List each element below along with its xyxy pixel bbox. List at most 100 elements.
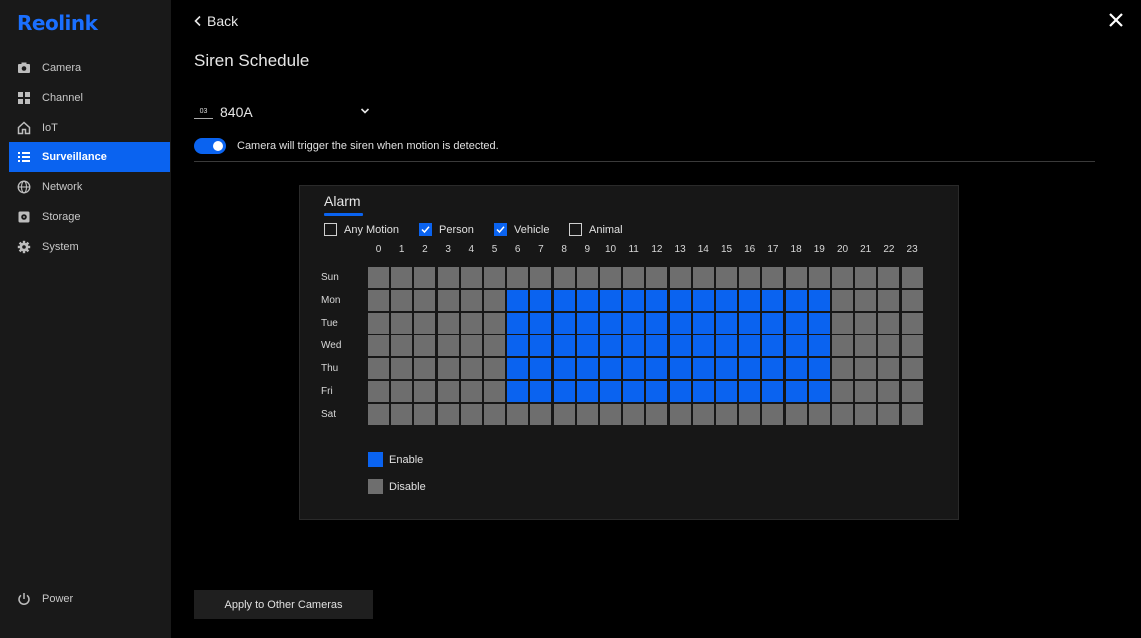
schedule-cell[interactable] (808, 403, 830, 425)
schedule-cell[interactable] (739, 335, 761, 357)
schedule-cell[interactable] (600, 312, 621, 334)
schedule-cell[interactable] (437, 358, 459, 380)
schedule-cell[interactable] (739, 289, 761, 311)
schedule-cell[interactable] (785, 312, 807, 334)
schedule-cell[interactable] (368, 335, 389, 357)
schedule-cell[interactable] (437, 403, 459, 425)
schedule-cell[interactable] (901, 358, 923, 380)
power-button[interactable]: Power (17, 592, 73, 606)
schedule-cell[interactable] (739, 358, 761, 380)
schedule-cell[interactable] (484, 335, 505, 357)
schedule-cell[interactable] (507, 358, 529, 380)
sidebar-item-surveillance[interactable]: Surveillance (9, 142, 170, 172)
schedule-cell[interactable] (623, 312, 645, 334)
schedule-cell[interactable] (716, 335, 737, 357)
schedule-cell[interactable] (832, 289, 853, 311)
schedule-cell[interactable] (553, 335, 575, 357)
schedule-cell[interactable] (878, 403, 900, 425)
schedule-cell[interactable] (669, 358, 691, 380)
schedule-cell[interactable] (762, 381, 784, 402)
schedule-cell[interactable] (808, 312, 830, 334)
schedule-cell[interactable] (600, 267, 621, 288)
schedule-cell[interactable] (437, 312, 459, 334)
schedule-cell[interactable] (878, 381, 900, 402)
schedule-cell[interactable] (460, 312, 482, 334)
schedule-cell[interactable] (739, 312, 761, 334)
schedule-cell[interactable] (391, 267, 413, 288)
close-button[interactable] (1107, 11, 1125, 29)
schedule-cell[interactable] (716, 267, 737, 288)
camera-selector[interactable]: 03 840A (194, 104, 374, 120)
schedule-cell[interactable] (600, 289, 621, 311)
schedule-cell[interactable] (576, 358, 598, 380)
schedule-cell[interactable] (484, 381, 505, 402)
schedule-cell[interactable] (414, 403, 436, 425)
schedule-cell[interactable] (692, 312, 714, 334)
schedule-cell[interactable] (460, 358, 482, 380)
schedule-cell[interactable] (576, 335, 598, 357)
schedule-cell[interactable] (855, 267, 877, 288)
schedule-cell[interactable] (646, 267, 668, 288)
schedule-cell[interactable] (716, 289, 737, 311)
schedule-cell[interactable] (507, 403, 529, 425)
schedule-cell[interactable] (878, 267, 900, 288)
schedule-cell[interactable] (507, 312, 529, 334)
schedule-cell[interactable] (368, 381, 389, 402)
schedule-cell[interactable] (553, 312, 575, 334)
sidebar-item-channel[interactable]: Channel (9, 83, 170, 113)
schedule-cell[interactable] (460, 403, 482, 425)
schedule-cell[interactable] (901, 289, 923, 311)
schedule-cell[interactable] (646, 403, 668, 425)
schedule-cell[interactable] (368, 358, 389, 380)
schedule-cell[interactable] (878, 335, 900, 357)
schedule-cell[interactable] (669, 267, 691, 288)
schedule-cell[interactable] (692, 267, 714, 288)
schedule-cell[interactable] (576, 381, 598, 402)
schedule-cell[interactable] (623, 335, 645, 357)
schedule-cell[interactable] (855, 335, 877, 357)
schedule-cell[interactable] (808, 289, 830, 311)
schedule-cell[interactable] (878, 358, 900, 380)
schedule-cell[interactable] (623, 403, 645, 425)
schedule-cell[interactable] (646, 312, 668, 334)
schedule-cell[interactable] (576, 267, 598, 288)
schedule-cell[interactable] (600, 381, 621, 402)
schedule-cell[interactable] (878, 312, 900, 334)
schedule-cell[interactable] (692, 381, 714, 402)
schedule-cell[interactable] (391, 358, 413, 380)
schedule-cell[interactable] (391, 403, 413, 425)
schedule-cell[interactable] (855, 358, 877, 380)
schedule-cell[interactable] (646, 335, 668, 357)
schedule-cell[interactable] (855, 289, 877, 311)
schedule-cell[interactable] (530, 358, 552, 380)
schedule-cell[interactable] (368, 403, 389, 425)
checkbox[interactable] (324, 223, 337, 236)
schedule-cell[interactable] (623, 267, 645, 288)
filter-person[interactable]: Person (419, 223, 474, 236)
schedule-cell[interactable] (692, 358, 714, 380)
schedule-cell[interactable] (832, 335, 853, 357)
schedule-cell[interactable] (600, 358, 621, 380)
schedule-cell[interactable] (484, 267, 505, 288)
schedule-cell[interactable] (553, 381, 575, 402)
schedule-cell[interactable] (808, 358, 830, 380)
schedule-cell[interactable] (669, 335, 691, 357)
schedule-cell[interactable] (553, 403, 575, 425)
schedule-cell[interactable] (368, 312, 389, 334)
schedule-cell[interactable] (460, 381, 482, 402)
schedule-cell[interactable] (716, 312, 737, 334)
schedule-cell[interactable] (484, 289, 505, 311)
sidebar-item-camera[interactable]: Camera (9, 53, 170, 83)
schedule-cell[interactable] (507, 267, 529, 288)
schedule-cell[interactable] (530, 312, 552, 334)
schedule-cell[interactable] (391, 381, 413, 402)
schedule-cell[interactable] (808, 335, 830, 357)
schedule-cell[interactable] (716, 358, 737, 380)
schedule-cell[interactable] (530, 381, 552, 402)
schedule-cell[interactable] (878, 289, 900, 311)
schedule-cell[interactable] (669, 403, 691, 425)
schedule-cell[interactable] (785, 403, 807, 425)
checkbox[interactable] (494, 223, 507, 236)
back-button[interactable]: Back (193, 13, 238, 29)
schedule-cell[interactable] (762, 289, 784, 311)
